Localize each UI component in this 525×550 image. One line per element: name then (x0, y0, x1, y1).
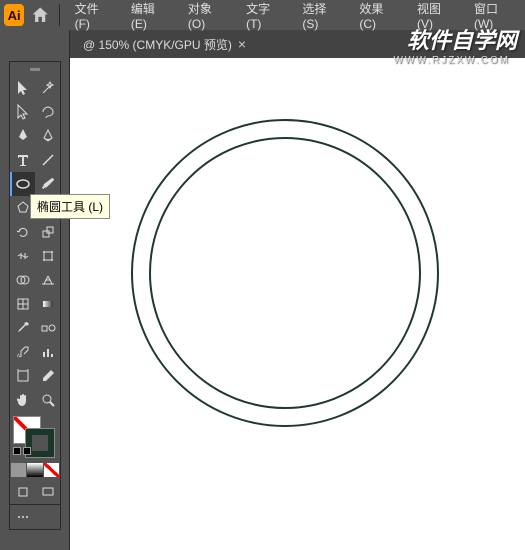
pen-tool[interactable] (10, 124, 35, 148)
ellipse-tool[interactable] (10, 172, 35, 196)
tooltip: 椭圆工具 (L) (30, 194, 110, 219)
document-tab[interactable]: @ 150% (CMYK/GPU 预览) × (75, 30, 254, 58)
color-mode-solid[interactable] (11, 463, 26, 477)
color-mode-row (10, 462, 60, 480)
artwork (130, 118, 450, 438)
magic-wand-tool[interactable] (35, 76, 60, 100)
draw-normal-icon[interactable] (10, 480, 35, 504)
color-mode-gradient[interactable] (27, 463, 42, 477)
column-graph-tool[interactable] (35, 340, 60, 364)
paintbrush-tool[interactable] (35, 172, 60, 196)
watermark-text: 软件自学网 (407, 30, 517, 52)
blend-tool[interactable] (35, 316, 60, 340)
menu-separator (59, 4, 60, 26)
close-icon[interactable]: × (238, 36, 246, 52)
color-mode-none[interactable] (44, 463, 59, 477)
type-tool[interactable] (10, 148, 35, 172)
shape-builder-tool[interactable] (10, 268, 35, 292)
edit-toolbar-icon[interactable] (10, 505, 35, 529)
free-transform-tool[interactable] (35, 244, 60, 268)
direct-selection-tool[interactable] (10, 100, 35, 124)
rotate-tool[interactable] (10, 220, 35, 244)
tools-panel (10, 62, 60, 529)
screen-mode-icon[interactable] (35, 480, 60, 504)
home-icon[interactable] (30, 4, 50, 26)
menu-edit[interactable]: 编辑(E) (124, 0, 175, 33)
selection-tool[interactable] (10, 76, 35, 100)
hand-tool[interactable] (10, 388, 35, 412)
zoom-tool[interactable] (35, 388, 60, 412)
menu-type[interactable]: 文字(T) (239, 0, 289, 33)
menu-file[interactable]: 文件(F) (68, 0, 118, 33)
line-segment-tool[interactable] (35, 148, 60, 172)
eyedropper-tool[interactable] (10, 316, 35, 340)
canvas[interactable] (70, 58, 525, 550)
mesh-tool[interactable] (10, 292, 35, 316)
lasso-tool[interactable] (35, 100, 60, 124)
watermark-url: WWW.RJZXW.COM (393, 55, 510, 66)
artboard-tool[interactable] (10, 364, 35, 388)
menu-effect[interactable]: 效果(C) (352, 0, 404, 33)
scale-tool[interactable] (35, 220, 60, 244)
symbol-sprayer-tool[interactable] (10, 340, 35, 364)
menu-object[interactable]: 对象(O) (181, 0, 233, 33)
menu-select[interactable]: 选择(S) (295, 0, 346, 33)
fill-stroke-swatch[interactable] (10, 412, 60, 462)
edit-toolbar[interactable] (10, 504, 60, 529)
slice-tool[interactable] (35, 364, 60, 388)
app-logo: Ai (4, 4, 24, 26)
width-tool[interactable] (10, 244, 35, 268)
swap-default-icons[interactable] (13, 447, 31, 455)
document-tab-label: @ 150% (CMYK/GPU 预览) (83, 36, 232, 53)
gradient-tool[interactable] (35, 292, 60, 316)
menubar: Ai 文件(F) 编辑(E) 对象(O) 文字(T) 选择(S) 效果(C) 视… (0, 0, 525, 30)
curvature-tool[interactable] (35, 124, 60, 148)
panel-grip[interactable] (10, 62, 60, 76)
perspective-grid-tool[interactable] (35, 268, 60, 292)
